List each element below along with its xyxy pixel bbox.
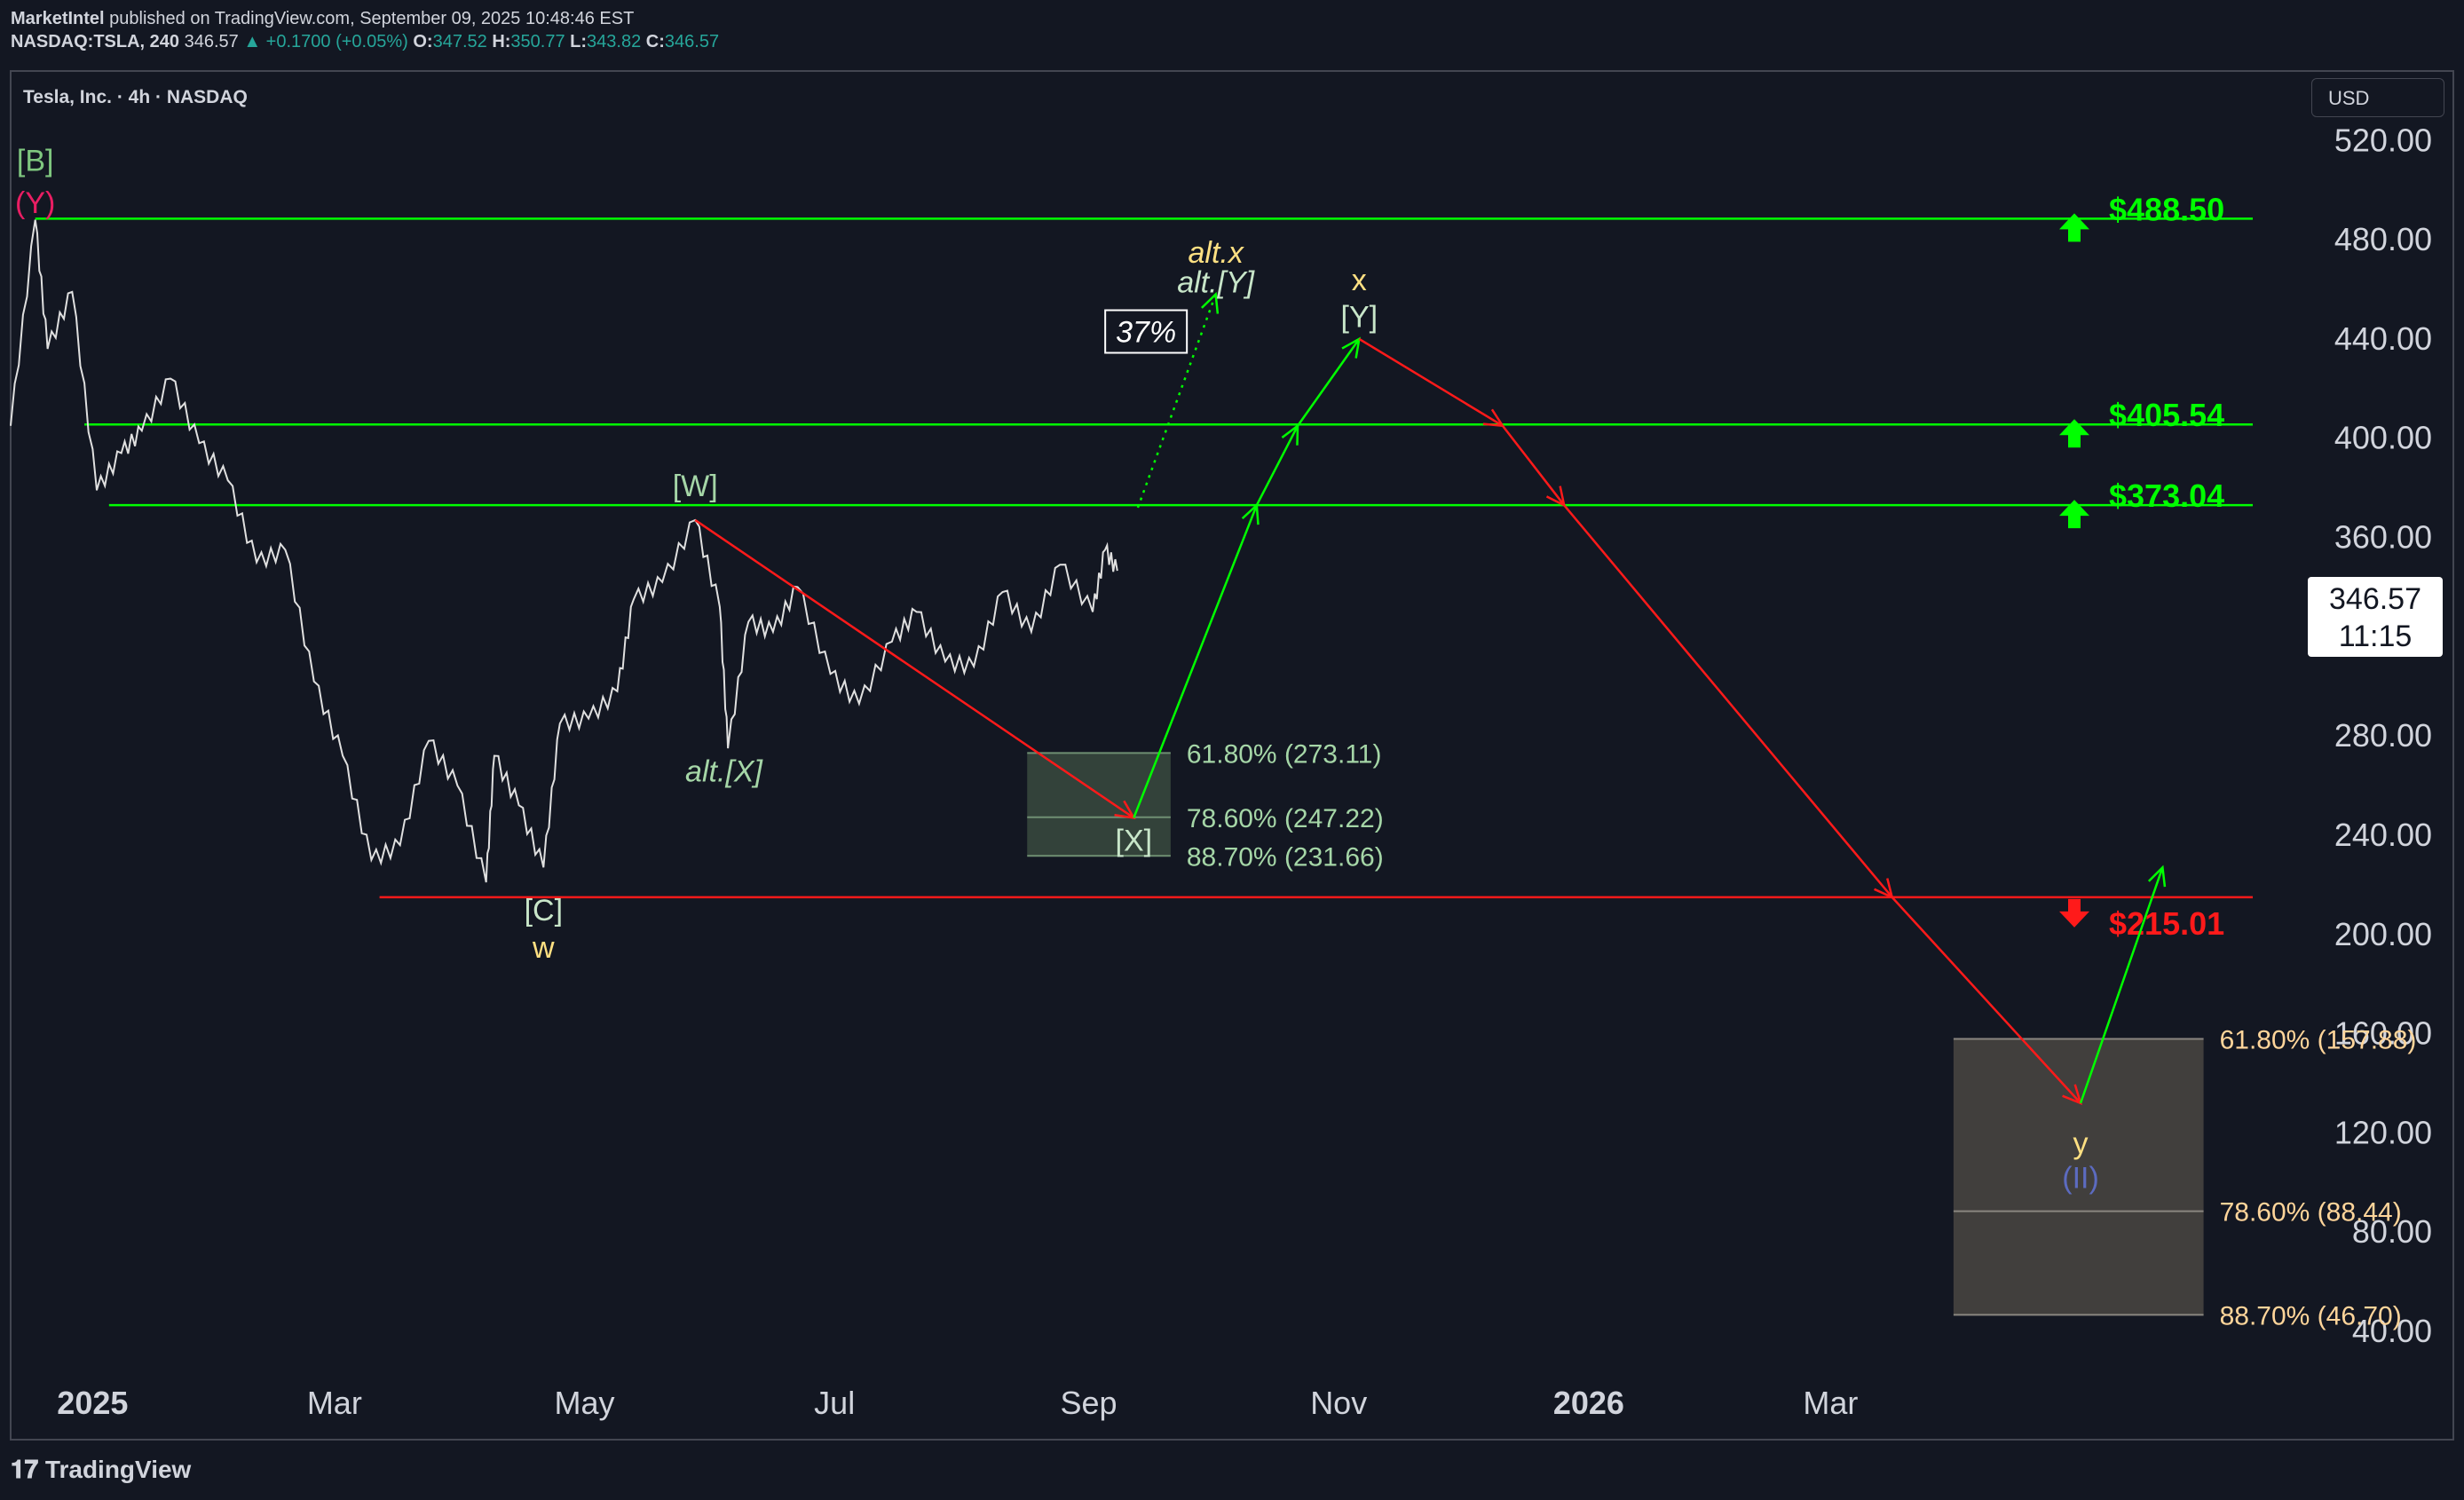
- wave-label: (II): [2062, 1162, 2099, 1196]
- chart-title: Tesla, Inc. · 4h · NASDAQ: [23, 87, 248, 107]
- projection-segment: [1358, 337, 1504, 427]
- wave-label: y: [2073, 1127, 2089, 1161]
- fib-label: 61.80% (273.11): [1187, 739, 1382, 769]
- fib-label: 61.80% (157.88): [2220, 1026, 2417, 1055]
- wave-label: [C]: [525, 894, 563, 928]
- projection-segment: [1255, 425, 1299, 506]
- level-label: $215.01: [2109, 905, 2224, 942]
- price-tag-price: 346.57: [2329, 582, 2421, 616]
- wave-label: [Y]: [1341, 301, 1378, 335]
- level-label: $405.54: [2109, 397, 2224, 433]
- y-tick-label: 360.00: [2334, 519, 2432, 556]
- fib-label: 88.70% (46.70): [2220, 1301, 2402, 1330]
- tradingview-logo-icon: 𝟏𝟕: [11, 1456, 39, 1483]
- x-tick-label: Sep: [1060, 1385, 1117, 1421]
- y-tick-label: 480.00: [2334, 221, 2432, 257]
- projection-segment: [1563, 504, 1893, 898]
- x-tick-label: 2026: [1553, 1385, 1624, 1421]
- y-tick-label: 120.00: [2334, 1114, 2432, 1150]
- y-tick-label: 200.00: [2334, 916, 2432, 952]
- projection-segment: [1501, 424, 1566, 506]
- fib-label: 78.60% (247.22): [1187, 804, 1384, 833]
- wave-label: [W]: [673, 470, 718, 503]
- tradingview-logo-text: TradingView: [44, 1456, 192, 1483]
- x-tick-label: Mar: [307, 1385, 362, 1421]
- y-tick-label: 440.00: [2334, 320, 2432, 357]
- wave-label: 37%: [1116, 316, 1176, 350]
- wave-label: alt.x: [1188, 236, 1244, 270]
- last-price-tag: 346.57 11:15: [2308, 577, 2443, 657]
- projection-arrowhead: [1482, 408, 1505, 428]
- level-label: $488.50: [2109, 191, 2224, 227]
- x-tick-label: Jul: [814, 1385, 855, 1421]
- projection-segment: [1297, 338, 1361, 427]
- x-tick-label: May: [555, 1385, 615, 1421]
- y-tick-label: 280.00: [2334, 717, 2432, 754]
- fib-label: 78.60% (88.44): [2220, 1198, 2402, 1228]
- price-chart[interactable]: Tesla, Inc. · 4h · NASDAQ 520.00 480.00 440…: [0, 0, 2464, 1500]
- wave-label: (Y): [15, 186, 55, 220]
- wave-label: x: [1352, 264, 1367, 297]
- wave-label: [B]: [17, 145, 54, 178]
- wave-label: alt.[X]: [685, 754, 763, 788]
- fib-label: 88.70% (231.66): [1187, 842, 1384, 872]
- price-tag-countdown: 11:15: [2338, 620, 2413, 653]
- y-tick-label: 240.00: [2334, 817, 2432, 853]
- y-tick-label: 520.00: [2334, 122, 2432, 158]
- x-tick-label: Mar: [1803, 1385, 1858, 1421]
- x-tick-label: 2025: [57, 1385, 128, 1421]
- wave-label: [X]: [1116, 825, 1153, 858]
- price-line: [10, 219, 1118, 883]
- x-tick-label: Nov: [1310, 1385, 1367, 1421]
- projection-segment: [1133, 504, 1259, 818]
- wave-label: alt.[Y]: [1177, 266, 1255, 300]
- wave-label: w: [532, 931, 555, 965]
- tradingview-logo[interactable]: 𝟏𝟕 TradingView: [11, 1456, 191, 1485]
- level-arrow-down-icon: [2059, 898, 2089, 928]
- currency-button[interactable]: USD: [2311, 78, 2444, 117]
- level-label: $373.04: [2109, 478, 2224, 514]
- y-tick-label: 400.00: [2334, 420, 2432, 456]
